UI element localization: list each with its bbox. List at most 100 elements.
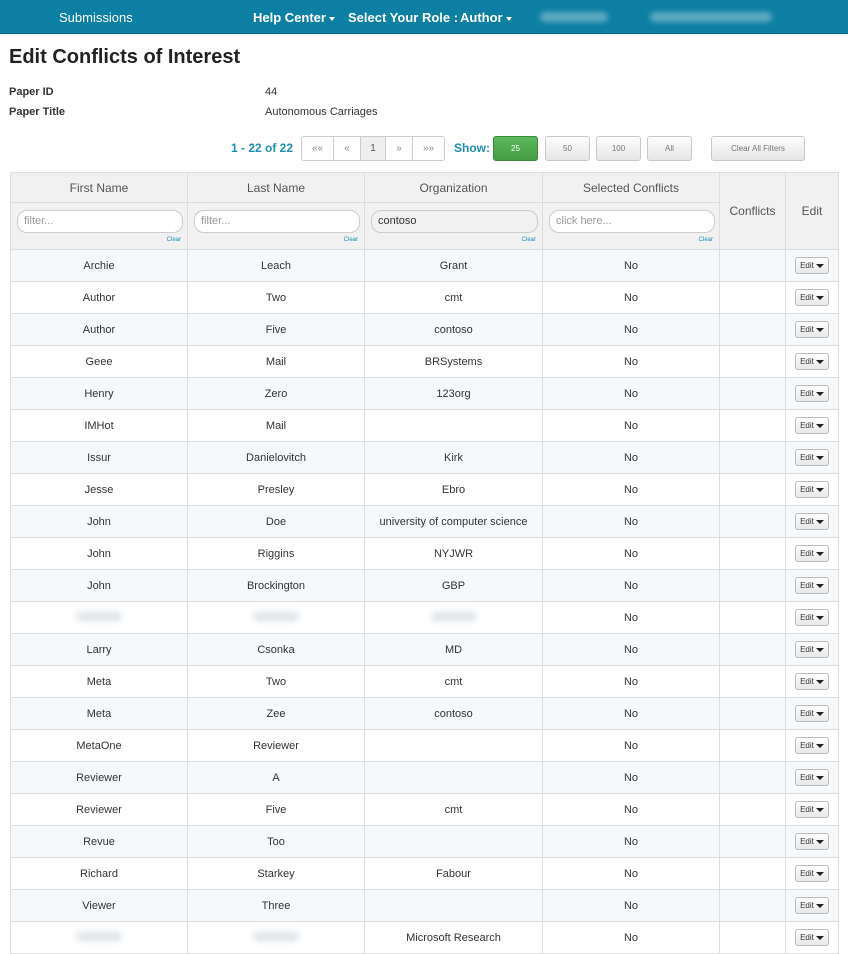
edit-dropdown-button[interactable]: Edit (795, 641, 829, 658)
table-row: MetaOne Reviewer No Edit (10, 729, 839, 762)
first-name-cell: John (10, 569, 188, 602)
conflicts-cell (719, 537, 786, 570)
first-name-filter-input[interactable]: filter... (17, 210, 183, 233)
edit-button-label: Edit (800, 549, 814, 558)
edit-cell: Edit (785, 441, 839, 474)
selected-conflicts-filter-input[interactable]: click here... (549, 210, 715, 233)
edit-dropdown-button[interactable]: Edit (795, 513, 829, 530)
pager-page-1[interactable]: 1 (361, 137, 386, 160)
nav-help-center[interactable]: Help Center (253, 0, 335, 34)
edit-dropdown-button[interactable]: Edit (795, 417, 829, 434)
caret-down-icon (815, 775, 824, 780)
first-name-clear-link[interactable]: Clear (167, 237, 181, 243)
page-size-25-button[interactable]: 25 (493, 136, 538, 161)
table-row: John Riggins NYJWR No Edit (10, 537, 839, 570)
pager-next-button[interactable]: » (386, 137, 413, 160)
selected-conflicts-cell: No (542, 729, 720, 762)
edit-dropdown-button[interactable]: Edit (795, 385, 829, 402)
edit-dropdown-button[interactable]: Edit (795, 801, 829, 818)
selected-conflicts-cell: No (542, 857, 720, 890)
first-name-cell: John (10, 537, 188, 570)
conflicts-cell (719, 857, 786, 890)
first-name-cell: Meta (10, 665, 188, 698)
selected-conflicts-cell: No (542, 345, 720, 378)
edit-dropdown-button[interactable]: Edit (795, 577, 829, 594)
edit-dropdown-button[interactable]: Edit (795, 897, 829, 914)
edit-button-label: Edit (800, 389, 814, 398)
last-name-cell: Zero (187, 377, 365, 410)
paper-id-value: 44 (265, 86, 278, 98)
edit-dropdown-button[interactable]: Edit (795, 929, 829, 946)
edit-dropdown-button[interactable]: Edit (795, 833, 829, 850)
column-header-selected-conflicts[interactable]: Selected Conflicts (542, 172, 720, 203)
nav-submissions[interactable]: Submissions (59, 0, 133, 34)
last-name-cell: Too (187, 825, 365, 858)
organization-clear-link[interactable]: Clear (522, 237, 536, 243)
first-name-cell: Reviewer (10, 761, 188, 794)
organization-cell: Kirk (364, 441, 543, 474)
table-row: Reviewer Five cmt No Edit (10, 793, 839, 826)
edit-dropdown-button[interactable]: Edit (795, 481, 829, 498)
column-header-first-name[interactable]: First Name (10, 172, 188, 203)
edit-cell: Edit (785, 569, 839, 602)
page-size-100-button[interactable]: 100 (596, 136, 641, 161)
edit-dropdown-button[interactable]: Edit (795, 609, 829, 626)
organization-filter-input[interactable]: contoso (371, 210, 538, 233)
first-name-cell: Issur (10, 441, 188, 474)
last-name-clear-link[interactable]: Clear (344, 237, 358, 243)
table-row: Author Five contoso No Edit (10, 313, 839, 346)
table-row: Issur Danielovitch Kirk No Edit (10, 441, 839, 474)
organization-cell: 123org (364, 377, 543, 410)
conflicts-cell (719, 921, 786, 954)
column-header-organization[interactable]: Organization (364, 172, 543, 203)
edit-dropdown-button[interactable]: Edit (795, 353, 829, 370)
edit-dropdown-button[interactable]: Edit (795, 673, 829, 690)
conflicts-cell (719, 441, 786, 474)
redacted-nav-item[interactable] (650, 12, 772, 22)
page-size-50-button[interactable]: 50 (545, 136, 590, 161)
edit-dropdown-button[interactable]: Edit (795, 737, 829, 754)
redacted-text (430, 611, 477, 621)
last-name-filter-input[interactable]: filter... (194, 210, 360, 233)
last-name-cell: Csonka (187, 633, 365, 666)
first-name-cell: Geee (10, 345, 188, 378)
redacted-nav-item[interactable] (540, 12, 608, 22)
caret-down-icon (815, 935, 824, 940)
pager-first-button[interactable]: «« (302, 137, 334, 160)
edit-dropdown-button[interactable]: Edit (795, 449, 829, 466)
organization-cell (364, 889, 543, 922)
last-name-cell: Brockington (187, 569, 365, 602)
organization-cell (364, 729, 543, 762)
edit-dropdown-button[interactable]: Edit (795, 257, 829, 274)
edit-dropdown-button[interactable]: Edit (795, 865, 829, 882)
edit-button-label: Edit (800, 357, 814, 366)
clear-all-filters-button[interactable]: Clear All Filters (711, 136, 805, 161)
page-size-all-button[interactable]: All (647, 136, 692, 161)
pager-prev-button[interactable]: « (334, 137, 361, 160)
caret-down-icon (815, 263, 824, 268)
nav-help-center-label: Help Center (253, 10, 326, 25)
table-row: Richard Starkey Fabour No Edit (10, 857, 839, 890)
edit-dropdown-button[interactable]: Edit (795, 705, 829, 722)
last-name-cell: Two (187, 665, 365, 698)
edit-dropdown-button[interactable]: Edit (795, 769, 829, 786)
nav-role-dropdown[interactable]: Author (460, 0, 512, 34)
first-name-cell: Archie (10, 249, 188, 282)
edit-dropdown-button[interactable]: Edit (795, 289, 829, 306)
selected-conflicts-cell: No (542, 537, 720, 570)
paper-title-label: Paper Title (9, 106, 66, 118)
selected-conflicts-clear-link[interactable]: Clear (699, 237, 713, 243)
selected-conflicts-cell: No (542, 825, 720, 858)
edit-cell: Edit (785, 921, 839, 954)
edit-cell: Edit (785, 665, 839, 698)
show-label: Show: (454, 141, 490, 155)
edit-dropdown-button[interactable]: Edit (795, 545, 829, 562)
selected-conflicts-cell: No (542, 313, 720, 346)
edit-dropdown-button[interactable]: Edit (795, 321, 829, 338)
table-row: Henry Zero 123org No Edit (10, 377, 839, 410)
pager-last-button[interactable]: »» (413, 137, 444, 160)
conflicts-cell (719, 281, 786, 314)
column-header-last-name[interactable]: Last Name (187, 172, 365, 203)
selected-conflicts-cell: No (542, 921, 720, 954)
caret-down-icon (815, 519, 824, 524)
